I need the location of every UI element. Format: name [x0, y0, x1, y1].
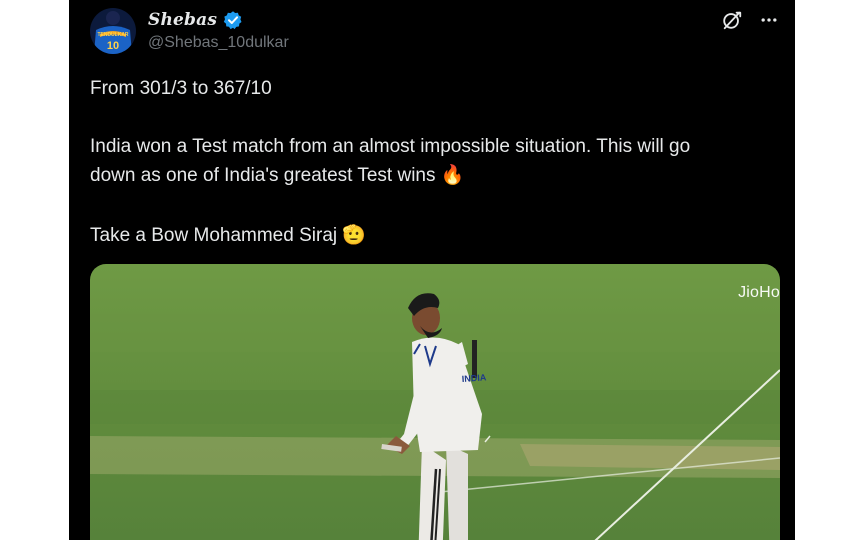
tweet-text: From 301/3 to 367/10 — [90, 78, 272, 99]
jersey-text: INDIA — [461, 372, 487, 384]
tweet-text: Take a Bow Mohammed Siraj — [90, 225, 338, 246]
verified-badge-icon — [223, 11, 242, 30]
avatar-jersey-number: 10 — [107, 40, 119, 52]
tweet-actions-top — [721, 9, 779, 31]
tweet-text-line-4: Take a Bow Mohammed Siraj 🫡 — [90, 221, 780, 250]
cricket-scene-image: INDIA — [90, 264, 780, 540]
more-icon[interactable] — [759, 10, 779, 30]
tweet-text-line-2: India won a Test match from an almost im… — [90, 132, 780, 161]
fire-emoji-icon: 🔥 — [440, 165, 465, 186]
tweet-media-image[interactable]: INDIA JioHo — [90, 264, 780, 540]
avatar-jersey-name: TENDULKAR — [97, 32, 128, 38]
display-name[interactable]: Shebas — [148, 10, 217, 30]
author-name-row[interactable]: Shebas — [148, 9, 243, 31]
tweet-text: India won a Test match from an almost im… — [90, 136, 691, 157]
author-handle[interactable]: @Shebas_10dulkar — [148, 34, 289, 52]
tweet-card[interactable]: TENDULKAR 10 Shebas @Shebas_10dulkar Fro… — [69, 0, 795, 540]
tweet-text-line-3: down as one of India's greatest Test win… — [90, 161, 780, 190]
media-watermark: JioHo — [738, 284, 780, 301]
tweet-text-line-1: From 301/3 to 367/10 — [90, 74, 780, 103]
tweet-text: down as one of India's greatest Test win… — [90, 165, 436, 186]
avatar[interactable]: TENDULKAR 10 — [90, 8, 136, 54]
grok-icon[interactable] — [721, 9, 743, 31]
salute-emoji-icon: 🫡 — [342, 225, 367, 246]
